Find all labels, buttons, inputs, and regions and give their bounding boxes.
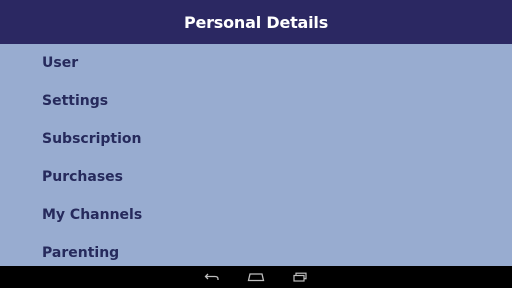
- back-button[interactable]: [194, 268, 230, 286]
- back-arrow-icon: [204, 273, 219, 280]
- menu-item-purchases[interactable]: Purchases: [0, 158, 512, 196]
- menu-item-settings[interactable]: Settings: [0, 82, 512, 120]
- recent-apps-icon: [293, 272, 307, 282]
- menu-item-subscription[interactable]: Subscription: [0, 120, 512, 158]
- settings-menu: User Settings Subscription Purchases My …: [0, 44, 512, 266]
- menu-item-label: My Channels: [42, 207, 143, 223]
- menu-item-label: Purchases: [42, 169, 124, 185]
- menu-item-label: User: [42, 55, 79, 71]
- menu-item-user[interactable]: User: [0, 44, 512, 82]
- menu-item-my-channels[interactable]: My Channels: [0, 196, 512, 234]
- menu-item-label: Parenting: [42, 245, 120, 261]
- recent-apps-button[interactable]: [282, 268, 318, 286]
- system-navigation-bar: [0, 266, 512, 288]
- app-header: Personal Details: [0, 0, 512, 44]
- page-title: Personal Details: [183, 12, 329, 32]
- home-button[interactable]: [238, 268, 274, 286]
- menu-item-label: Subscription: [42, 131, 142, 147]
- home-icon: [247, 273, 265, 282]
- menu-item-label: Settings: [42, 93, 109, 109]
